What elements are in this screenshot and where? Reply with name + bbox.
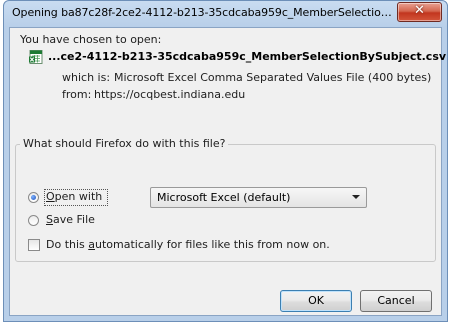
which-is-label: which is:: [62, 71, 111, 84]
save-file-radio[interactable]: [28, 215, 39, 226]
open-with-mnemonic: O: [46, 190, 55, 203]
save-file-mnemonic: S: [46, 213, 53, 226]
save-file-label[interactable]: Save File: [46, 213, 95, 226]
cancel-button[interactable]: Cancel: [360, 290, 432, 312]
chevron-down-icon: [352, 195, 360, 199]
excel-csv-file-icon: [29, 50, 43, 64]
open-with-selected-app: Microsoft Excel (default): [157, 191, 291, 204]
open-with-label-text: pen with: [54, 190, 103, 203]
close-icon: ✕: [414, 3, 425, 18]
download-dialog-window: Opening ba87c28f-2ce2-4112-b213-35cdcaba…: [3, 0, 448, 322]
chosen-to-open-label: You have chosen to open:: [20, 33, 162, 46]
dialog-body: You have chosen to open: ...ce2-4112-b21…: [9, 27, 446, 316]
action-group-legend: What should Firefox do with this file?: [20, 137, 229, 150]
save-file-label-text: ave File: [52, 213, 95, 226]
auto-do-checkbox[interactable]: [28, 239, 40, 251]
ok-button[interactable]: OK: [280, 290, 352, 312]
open-with-label[interactable]: Open with: [46, 190, 102, 203]
from-label: from:: [62, 88, 92, 101]
open-with-radio[interactable]: [28, 192, 39, 203]
auto-do-label[interactable]: Do this automatically for files like thi…: [46, 238, 330, 251]
auto-do-label-after: utomatically for files like this from no…: [95, 238, 330, 251]
close-button[interactable]: ✕: [397, 2, 442, 22]
title-bar[interactable]: Opening ba87c28f-2ce2-4112-b213-35cdcaba…: [4, 1, 447, 27]
source-url-value: https://ocqbest.indiana.edu: [94, 88, 246, 101]
auto-do-mnemonic: a: [88, 238, 96, 251]
window-title: Opening ba87c28f-2ce2-4112-b213-35cdcaba…: [12, 6, 392, 19]
file-type-value: Microsoft Excel Comma Separated Values F…: [114, 71, 432, 84]
auto-do-label-before: Do this: [46, 238, 89, 251]
open-with-application-select[interactable]: Microsoft Excel (default): [150, 187, 367, 208]
file-name: ...ce2-4112-b213-35cdcaba959c_MemberSele…: [48, 50, 447, 63]
action-group: What should Firefox do with this file? O…: [15, 137, 436, 262]
